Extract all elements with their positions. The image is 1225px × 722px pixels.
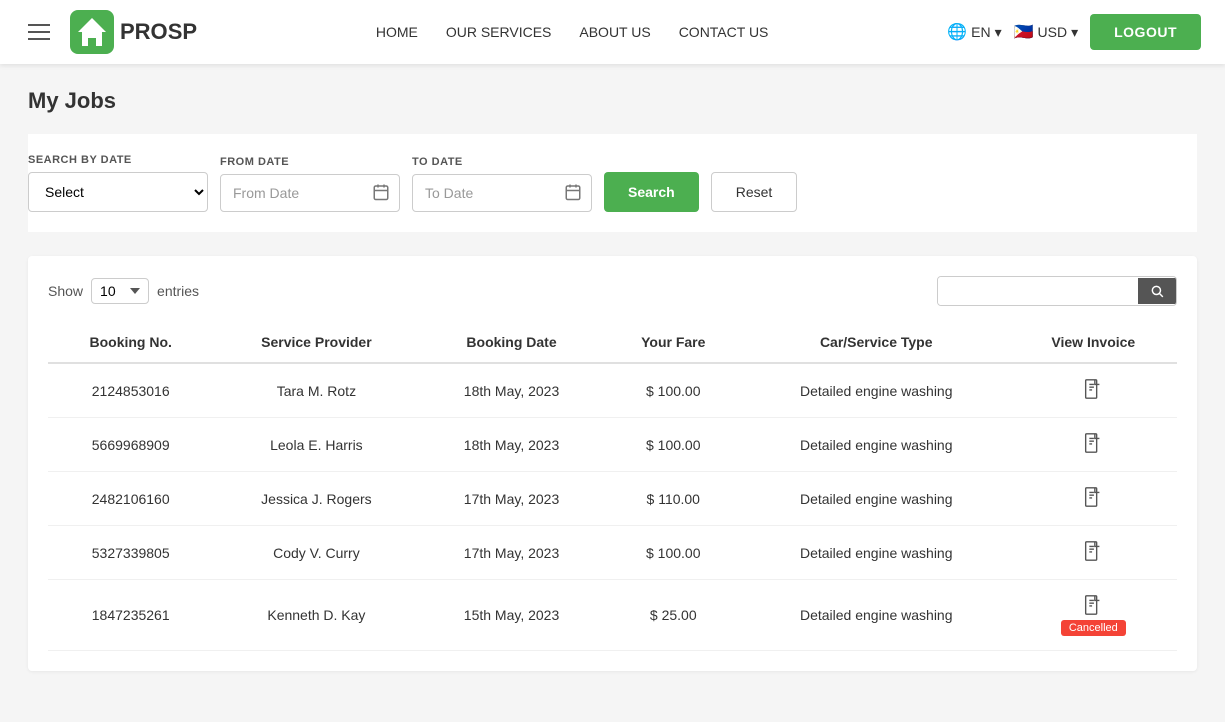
- cell-provider: Leola E. Harris: [213, 418, 419, 472]
- from-date-input-wrap: [220, 174, 400, 212]
- filter-bar: SEARCH BY DATE Select FROM DATE: [28, 134, 1197, 232]
- invoice-cell: [1010, 472, 1177, 526]
- table-row: 2124853016 Tara M. Rotz 18th May, 2023 $…: [48, 363, 1177, 418]
- nav-contact[interactable]: CONTACT US: [679, 24, 769, 40]
- search-button[interactable]: Search: [604, 172, 699, 212]
- table-search-button[interactable]: [1138, 278, 1176, 304]
- cell-service: Detailed engine washing: [743, 472, 1010, 526]
- page-title: My Jobs: [28, 88, 1197, 114]
- search-by-date-label: SEARCH BY DATE: [28, 154, 208, 166]
- table-row: 2482106160 Jessica J. Rogers 17th May, 2…: [48, 472, 1177, 526]
- to-date-label: TO DATE: [412, 156, 592, 168]
- cell-booking-no: 5669968909: [48, 418, 213, 472]
- table-search-input[interactable]: [938, 277, 1138, 305]
- header-right: 🌐 EN ▾ 🇵🇭 USD ▾ LOGOUT: [947, 14, 1201, 50]
- entries-label: entries: [157, 283, 199, 299]
- table-body: 2124853016 Tara M. Rotz 18th May, 2023 $…: [48, 363, 1177, 651]
- cancelled-badge: Cancelled: [1061, 620, 1126, 636]
- language-selector[interactable]: 🌐 EN ▾: [947, 22, 1001, 42]
- to-date-input-wrap: [412, 174, 592, 212]
- table-row: 5669968909 Leola E. Harris 18th May, 202…: [48, 418, 1177, 472]
- cell-fare: $ 110.00: [604, 472, 743, 526]
- cell-fare: $ 100.00: [604, 418, 743, 472]
- cell-provider: Kenneth D. Kay: [213, 580, 419, 651]
- to-date-group: TO DATE: [412, 156, 592, 212]
- table-row: 1847235261 Kenneth D. Kay 15th May, 2023…: [48, 580, 1177, 651]
- cell-date: 15th May, 2023: [419, 580, 603, 651]
- invoice-cell: [1010, 363, 1177, 418]
- show-entries: Show 10 25 50 100 entries: [48, 278, 199, 304]
- header-left: PROSP: [24, 10, 197, 54]
- currency-selector[interactable]: 🇵🇭 USD ▾: [1014, 22, 1079, 42]
- lang-label: EN: [971, 24, 990, 40]
- from-date-label: FROM DATE: [220, 156, 400, 168]
- jobs-table: Booking No. Service Provider Booking Dat…: [48, 322, 1177, 651]
- invoice-icon[interactable]: [1082, 540, 1104, 562]
- cell-date: 17th May, 2023: [419, 472, 603, 526]
- nav-home[interactable]: HOME: [376, 24, 418, 40]
- col-service: Car/Service Type: [743, 322, 1010, 363]
- table-search: [937, 276, 1177, 306]
- invoice-cell: [1010, 418, 1177, 472]
- reset-button[interactable]: Reset: [711, 172, 798, 212]
- col-invoice: View Invoice: [1010, 322, 1177, 363]
- cell-booking-no: 1847235261: [48, 580, 213, 651]
- lang-chevron-icon: ▾: [995, 24, 1002, 41]
- cell-service: Detailed engine washing: [743, 418, 1010, 472]
- currency-flag: 🇵🇭: [1014, 22, 1034, 42]
- invoice-icon[interactable]: [1082, 486, 1104, 508]
- table-row: 5327339805 Cody V. Curry 17th May, 2023 …: [48, 526, 1177, 580]
- invoice-icon[interactable]: [1082, 378, 1104, 400]
- search-by-date-select[interactable]: Select: [28, 172, 208, 212]
- cell-fare: $ 100.00: [604, 363, 743, 418]
- cell-provider: Jessica J. Rogers: [213, 472, 419, 526]
- cell-date: 17th May, 2023: [419, 526, 603, 580]
- invoice-icon[interactable]: [1082, 594, 1104, 616]
- col-date: Booking Date: [419, 322, 603, 363]
- main-nav: HOME OUR SERVICES ABOUT US CONTACT US: [376, 24, 769, 40]
- logo-house-icon: [70, 10, 114, 54]
- to-date-input[interactable]: [412, 174, 592, 212]
- currency-chevron-icon: ▾: [1071, 24, 1078, 41]
- cell-booking-no: 2124853016: [48, 363, 213, 418]
- col-provider: Service Provider: [213, 322, 419, 363]
- col-booking-no: Booking No.: [48, 322, 213, 363]
- cell-date: 18th May, 2023: [419, 363, 603, 418]
- cell-provider: Cody V. Curry: [213, 526, 419, 580]
- table-section: Show 10 25 50 100 entries: [28, 256, 1197, 671]
- table-header-row: Booking No. Service Provider Booking Dat…: [48, 322, 1177, 363]
- table-controls: Show 10 25 50 100 entries: [48, 276, 1177, 306]
- invoice-cell: [1010, 526, 1177, 580]
- header: PROSP HOME OUR SERVICES ABOUT US CONTACT…: [0, 0, 1225, 64]
- logo: PROSP: [70, 10, 197, 54]
- show-label: Show: [48, 283, 83, 299]
- cell-booking-no: 5327339805: [48, 526, 213, 580]
- col-fare: Your Fare: [604, 322, 743, 363]
- cell-date: 18th May, 2023: [419, 418, 603, 472]
- cell-service: Detailed engine washing: [743, 580, 1010, 651]
- currency-label: USD: [1038, 24, 1068, 40]
- search-by-date-group: SEARCH BY DATE Select: [28, 154, 208, 212]
- from-date-input[interactable]: [220, 174, 400, 212]
- cell-fare: $ 100.00: [604, 526, 743, 580]
- logo-text: PROSP: [120, 19, 197, 45]
- hamburger-menu[interactable]: [24, 20, 54, 44]
- cell-booking-no: 2482106160: [48, 472, 213, 526]
- cell-provider: Tara M. Rotz: [213, 363, 419, 418]
- cell-service: Detailed engine washing: [743, 363, 1010, 418]
- lang-flag: 🌐: [947, 22, 967, 42]
- table-head: Booking No. Service Provider Booking Dat…: [48, 322, 1177, 363]
- from-date-group: FROM DATE: [220, 156, 400, 212]
- entries-select[interactable]: 10 25 50 100: [91, 278, 149, 304]
- nav-about[interactable]: ABOUT US: [579, 24, 650, 40]
- logout-button[interactable]: LOGOUT: [1090, 14, 1201, 50]
- nav-services[interactable]: OUR SERVICES: [446, 24, 552, 40]
- page-content: My Jobs SEARCH BY DATE Select FROM DATE: [0, 64, 1225, 695]
- cell-fare: $ 25.00: [604, 580, 743, 651]
- cell-service: Detailed engine washing: [743, 526, 1010, 580]
- invoice-cell: Cancelled: [1010, 580, 1177, 651]
- invoice-icon[interactable]: [1082, 432, 1104, 454]
